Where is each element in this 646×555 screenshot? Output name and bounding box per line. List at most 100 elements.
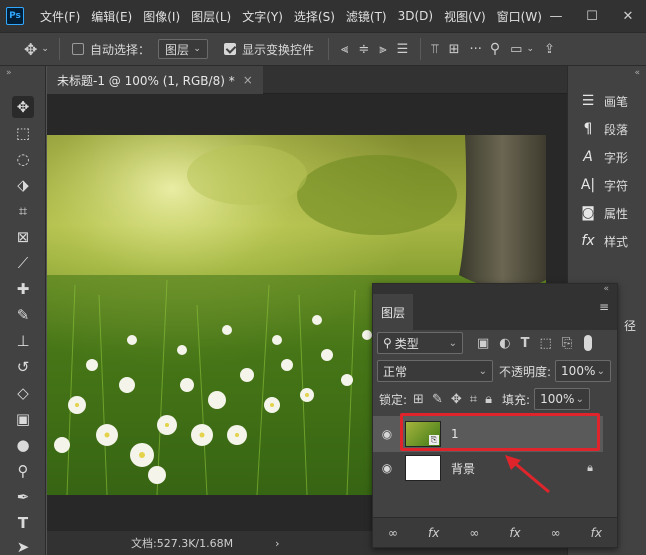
panel-paths-partial[interactable]: 径 — [624, 314, 636, 336]
search-icon[interactable]: ⚲ — [490, 41, 500, 57]
filter-adjustment-icon[interactable]: ◐ — [499, 336, 510, 351]
menu-select[interactable]: 选择(S) — [294, 8, 335, 25]
move-tool-icon[interactable]: ✥ — [12, 96, 34, 118]
fx-icon[interactable]: fx — [591, 526, 602, 540]
lock-transparent-icon[interactable]: ⊞ — [413, 392, 424, 407]
menu-file[interactable]: 文件(F) — [40, 8, 80, 25]
align-right-icon[interactable]: ⫸ — [379, 42, 386, 57]
layers-tab[interactable]: 图层 — [373, 294, 413, 330]
document-size-status[interactable]: 文档:527.3K/1.68M — [131, 535, 233, 551]
lock-all-icon[interactable]: 🔒︎ — [485, 392, 492, 407]
quick-select-tool-icon[interactable]: ⬗ — [12, 174, 34, 196]
lock-icon[interactable]: 🔒︎ — [587, 461, 593, 475]
align-middle-v-icon[interactable]: ⊞ — [449, 42, 460, 57]
crop-tool-icon[interactable]: ⌗ — [12, 200, 34, 222]
link-icon[interactable]: ∞ — [469, 526, 479, 540]
move-tool-icon[interactable]: ✥ — [24, 40, 37, 59]
share-icon[interactable]: ⇪ — [544, 42, 555, 57]
menu-layer[interactable]: 图层(L) — [191, 8, 231, 25]
chevron-down-icon: ⌄ — [478, 365, 487, 377]
filter-pixel-icon[interactable]: ▣ — [477, 336, 489, 351]
fx-icon[interactable]: fx — [509, 526, 520, 540]
menu-type[interactable]: 文字(Y) — [242, 8, 283, 25]
document-tab-title: 未标题-1 @ 100% (1, RGB/8) * — [57, 73, 235, 88]
visibility-eye-icon[interactable]: ◉ — [373, 427, 401, 441]
lasso-tool-icon[interactable]: ◌ — [12, 148, 34, 170]
status-menu-arrow[interactable]: › — [275, 537, 279, 550]
brush-tool-icon[interactable]: ✎ — [12, 304, 34, 326]
eraser-tool-icon[interactable]: ◇ — [12, 382, 34, 404]
menu-bar: Ps 文件(F) 编辑(E) 图像(I) 图层(L) 文字(Y) 选择(S) 滤… — [0, 0, 646, 32]
collapse-icon[interactable]: « — [634, 68, 640, 78]
lock-image-icon[interactable]: ✎ — [432, 392, 443, 407]
menu-3d[interactable]: 3D(D) — [398, 9, 433, 23]
close-button[interactable]: ✕ — [610, 9, 646, 24]
chevron-down-icon[interactable]: ⌄ — [41, 44, 49, 54]
lock-fill-row: 锁定: ⊞ ✎ ✥ ⌗ 🔒︎ 填充: 100% ⌄ — [373, 388, 617, 410]
blur-tool-icon[interactable]: ● — [12, 434, 34, 456]
panel-properties[interactable]: ◙ 属性 — [578, 202, 628, 224]
link-icon[interactable]: ∞ — [388, 526, 398, 540]
filter-type-icon[interactable]: T — [521, 336, 530, 351]
menu-window[interactable]: 窗口(W) — [497, 8, 542, 25]
maximize-button[interactable]: ☐ — [574, 9, 610, 24]
more-options-icon[interactable]: ··· — [470, 42, 482, 57]
collapse-icon[interactable]: « — [603, 284, 609, 294]
workspace-icon[interactable]: ▭ — [510, 42, 522, 57]
type-tool-icon[interactable]: T — [12, 512, 34, 534]
menu-filter[interactable]: 滤镜(T) — [346, 8, 387, 25]
opacity-field[interactable]: 100% ⌄ — [555, 360, 612, 382]
chevron-down-icon[interactable]: ⌄ — [526, 44, 534, 54]
show-transform-checkbox[interactable] — [223, 43, 236, 55]
marquee-tool-icon[interactable]: ⬚ — [12, 122, 34, 144]
auto-select-target-dropdown[interactable]: 图层 ⌄ — [157, 39, 208, 59]
healing-brush-tool-icon[interactable]: ✚ — [12, 278, 34, 300]
distribute-icon[interactable]: ☰ — [397, 42, 409, 57]
gradient-tool-icon[interactable]: ▣ — [12, 408, 34, 430]
menu-edit[interactable]: 编辑(E) — [91, 8, 132, 25]
panel-paragraph[interactable]: ¶ 段落 — [578, 118, 628, 140]
frame-tool-icon[interactable]: ⊠ — [12, 226, 34, 248]
dodge-tool-icon[interactable]: ⚲ — [12, 460, 34, 482]
panel-label: 段落 — [604, 122, 629, 137]
blend-mode-dropdown[interactable]: 正常 ⌄ — [377, 360, 493, 382]
fill-field[interactable]: 100% ⌄ — [534, 388, 591, 410]
stamp-tool-icon[interactable]: ⊥ — [12, 330, 34, 352]
pen-tool-icon[interactable]: ✒ — [12, 486, 34, 508]
filter-toggle[interactable] — [584, 335, 593, 351]
path-select-tool-icon[interactable]: ➤ — [12, 536, 34, 555]
filter-smart-object-icon[interactable]: ⎘ — [562, 336, 572, 351]
align-left-icon[interactable]: ⫷ — [341, 42, 348, 57]
chevron-down-icon: ⌄ — [448, 337, 457, 349]
minimize-button[interactable]: — — [538, 9, 574, 24]
filter-kind-dropdown[interactable]: ⚲ 类型 ⌄ — [377, 332, 463, 354]
collapse-icon[interactable]: » — [6, 68, 12, 78]
panel-styles[interactable]: fx 样式 — [578, 230, 628, 252]
lock-artboard-icon[interactable]: ⌗ — [470, 392, 477, 407]
auto-select-target-value: 图层 — [164, 42, 189, 57]
panel-menu-icon[interactable]: ≡ — [599, 300, 609, 314]
character-icon: A — [583, 149, 593, 165]
lock-position-icon[interactable]: ✥ — [451, 392, 462, 407]
align-top-icon[interactable]: ⫪ — [431, 42, 438, 57]
link-icon[interactable]: ∞ — [551, 526, 561, 540]
eyedropper-tool-icon[interactable]: ⟋ — [12, 252, 34, 274]
history-brush-tool-icon[interactable]: ↺ — [12, 356, 34, 378]
blend-opacity-row: 正常 ⌄ 不透明度: 100% ⌄ — [373, 360, 617, 382]
menu-view[interactable]: 视图(V) — [444, 8, 486, 25]
auto-select-checkbox[interactable] — [71, 43, 84, 55]
filter-shape-icon[interactable]: ⬚ — [540, 336, 552, 351]
panel-character[interactable]: A| 字符 — [578, 174, 628, 196]
panel-glyphs[interactable]: A 字形 — [578, 146, 628, 168]
visibility-eye-icon[interactable]: ◉ — [373, 461, 401, 475]
layer-name[interactable]: 背景 — [451, 460, 475, 477]
align-center-h-icon[interactable]: ≑ — [358, 42, 369, 57]
panel-brush[interactable]: ☰ 画笔 — [578, 90, 628, 112]
layer-row-background[interactable]: ◉ 背景 🔒︎ — [373, 450, 603, 486]
lock-label: 锁定: — [379, 392, 408, 407]
close-tab-icon[interactable]: × — [243, 73, 253, 87]
layer-filter-row: ⚲ 类型 ⌄ ▣ ◐ T ⬚ ⎘ — [373, 332, 617, 354]
menu-image[interactable]: 图像(I) — [143, 8, 180, 25]
document-tab[interactable]: 未标题-1 @ 100% (1, RGB/8) * × — [47, 66, 263, 94]
fx-icon[interactable]: fx — [428, 526, 439, 540]
